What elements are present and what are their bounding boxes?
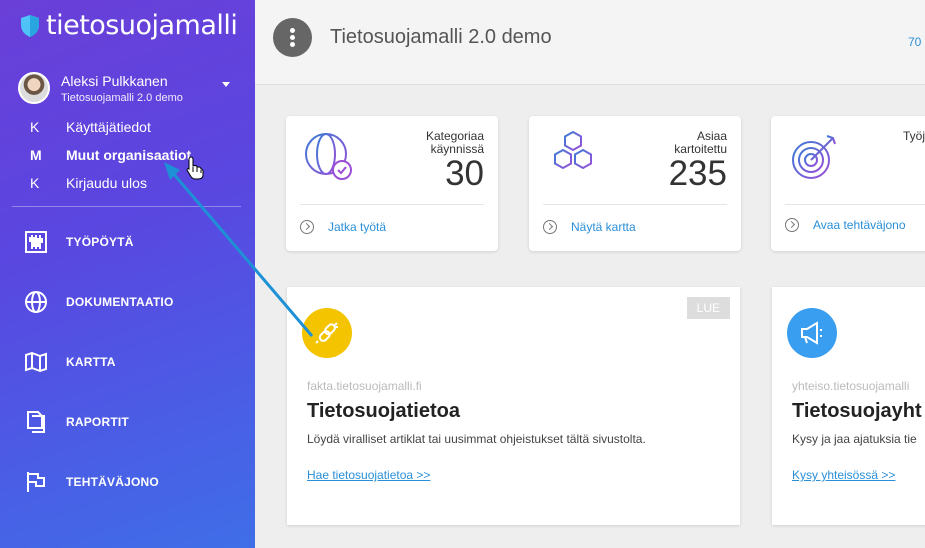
menu-item-user-info[interactable]: K Käyttäjätiedot xyxy=(30,119,151,135)
stat-label: Kategoriaa käynnissä xyxy=(425,129,484,156)
card-site: fakta.tietosuojamalli.fi xyxy=(307,379,422,393)
nav-item-kartta[interactable]: KARTTA xyxy=(24,350,116,374)
menu-item-logout[interactable]: K Kirjaudu ulos xyxy=(30,175,147,191)
shortcut-key: K xyxy=(30,119,40,135)
sidebar: tietosuojamalli Aleksi Pulkkanen Tietosu… xyxy=(0,0,255,548)
divider xyxy=(785,204,925,205)
divider xyxy=(300,204,484,205)
dot-icon xyxy=(290,28,295,33)
divider xyxy=(543,204,727,205)
nav-item-dokumentaatio[interactable]: DOKUMENTAATIO xyxy=(24,290,173,314)
user-organization: Tietosuojamalli 2.0 demo xyxy=(61,92,183,104)
globe-check-icon xyxy=(305,133,352,180)
search-info-link[interactable]: Hae tietosuojatietoa >> xyxy=(307,468,430,482)
nav-item-label: RAPORTIT xyxy=(66,415,129,429)
header-count[interactable]: 70 xyxy=(908,35,921,49)
stat-card-tasks: Työj Avaa tehtäväjono xyxy=(771,116,925,251)
stat-card-categories: Kategoriaa käynnissä 30 Jatka työtä xyxy=(286,116,498,251)
more-options-button[interactable] xyxy=(273,18,312,57)
stat-value: 235 xyxy=(668,154,727,193)
nav-item-label: DOKUMENTAATIO xyxy=(66,295,174,309)
user-name: Aleksi Pulkkanen xyxy=(61,73,168,89)
map-icon xyxy=(25,351,47,373)
top-header: Tietosuojamalli 2.0 demo 70 xyxy=(255,0,925,85)
nav-item-raportit[interactable]: RAPORTIT xyxy=(24,410,129,434)
stat-card-mapped: Asiaa kartoitettu 235 Näytä kartta xyxy=(529,116,741,251)
sidebar-divider xyxy=(12,206,241,207)
stat-label: Työj xyxy=(903,129,925,143)
show-map-link[interactable]: Näytä kartta xyxy=(543,220,636,234)
nav-item-tyopoyta[interactable]: TYÖPÖYTÄ xyxy=(24,230,134,254)
card-site: yhteiso.tietosuojamalli xyxy=(792,379,910,393)
menu-item-other-organizations[interactable]: M Muut organisaatiot xyxy=(30,147,191,163)
dot-icon xyxy=(290,35,295,40)
info-card-community: yhteiso.tietosuojamalli Tietosuojayht Ky… xyxy=(772,287,925,525)
user-profile[interactable]: Aleksi Pulkkanen Tietosuojamalli 2.0 dem… xyxy=(18,72,238,106)
target-icon xyxy=(792,135,836,179)
card-title: Tietosuojayht xyxy=(792,400,922,422)
nav-item-tehtavajono[interactable]: TEHTÄVÄJONO xyxy=(24,470,159,494)
reports-icon xyxy=(27,411,45,433)
chevron-right-circle-icon xyxy=(300,220,314,234)
dot-icon xyxy=(290,42,295,47)
chevron-right-circle-icon xyxy=(785,218,799,232)
chevron-down-icon[interactable] xyxy=(222,82,230,87)
globe-icon xyxy=(25,291,47,313)
nav-item-label: TYÖPÖYTÄ xyxy=(66,235,134,249)
flag-icon xyxy=(27,472,45,492)
avatar xyxy=(18,72,50,104)
brand-logo[interactable]: tietosuojamalli xyxy=(20,10,238,41)
link-label: Jatka työtä xyxy=(328,220,387,234)
link-label: Näytä kartta xyxy=(571,220,636,234)
card-title: Tietosuojatietoa xyxy=(307,400,460,422)
pointer-cursor-icon xyxy=(186,156,204,180)
nav-item-label: TEHTÄVÄJONO xyxy=(66,475,159,489)
menu-item-label: Kirjaudu ulos xyxy=(66,175,147,191)
nav-item-label: KARTTA xyxy=(66,355,116,369)
info-card-tietosuojatietoa: LUE fakta.tietosuojamalli.fi Tietosuojat… xyxy=(287,287,740,525)
continue-work-link[interactable]: Jatka työtä xyxy=(300,220,386,234)
sliders-icon xyxy=(25,231,47,253)
read-badge: LUE xyxy=(686,297,730,319)
menu-item-label: Muut organisaatiot xyxy=(66,147,192,163)
card-description: Kysy ja jaa ajatuksia tie xyxy=(792,432,917,446)
open-task-queue-link[interactable]: Avaa tehtäväjono xyxy=(785,218,906,232)
shortcut-key: K xyxy=(30,175,40,191)
megaphone-icon xyxy=(787,308,837,358)
page-title: Tietosuojamalli 2.0 demo xyxy=(330,26,552,48)
menu-item-label: Käyttäjätiedot xyxy=(66,119,151,135)
link-icon xyxy=(302,308,352,358)
hexagons-icon xyxy=(554,130,592,170)
shortcut-key: M xyxy=(30,147,42,163)
card-description: Löydä viralliset artiklat tai uusimmat o… xyxy=(307,432,646,446)
stat-value: 30 xyxy=(445,154,484,193)
link-label: Avaa tehtäväjono xyxy=(813,218,906,232)
chevron-right-circle-icon xyxy=(543,220,557,234)
stat-label: Asiaa kartoitettu xyxy=(674,129,727,156)
shield-icon xyxy=(21,14,39,37)
ask-community-link[interactable]: Kysy yhteisössä >> xyxy=(792,468,895,482)
brand-name: tietosuojamalli xyxy=(46,10,238,41)
